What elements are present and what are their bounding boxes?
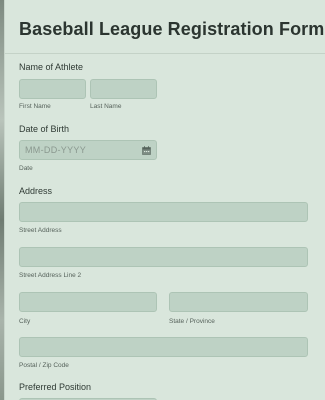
form-title: Baseball League Registration Form	[19, 19, 325, 39]
first-name-input[interactable]	[19, 79, 86, 99]
city-sublabel: City	[19, 318, 31, 325]
postal-zip-input[interactable]	[19, 337, 308, 357]
city-input[interactable]	[19, 292, 157, 312]
state-province-input[interactable]	[169, 292, 308, 312]
calendar-icon[interactable]	[142, 145, 151, 155]
athlete-name-label: Name of Athlete	[19, 62, 84, 72]
preferred-position-label: Preferred Position	[19, 382, 92, 392]
postal-zip-sublabel: Postal / Zip Code	[19, 362, 69, 369]
first-name-sublabel: First Name	[19, 103, 51, 110]
dob-placeholder: MM-DD-YYYY	[25, 145, 86, 155]
last-name-sublabel: Last Name	[90, 103, 122, 110]
last-name-input[interactable]	[90, 79, 157, 99]
street-address-line2-input[interactable]	[19, 247, 308, 267]
street-address-input[interactable]	[19, 202, 308, 222]
dob-input[interactable]: MM-DD-YYYY	[19, 140, 157, 160]
street-address-sublabel: Street Address	[19, 227, 62, 234]
address-label: Address	[19, 186, 53, 196]
street-address-line2-sublabel: Street Address Line 2	[19, 272, 82, 279]
dob-label: Date of Birth	[19, 124, 70, 134]
dob-sublabel: Date	[19, 165, 33, 172]
form-header: Baseball League Registration Form	[5, 0, 325, 54]
state-province-sublabel: State / Province	[169, 318, 215, 325]
form-card: Baseball League Registration Form Name o…	[4, 0, 325, 400]
